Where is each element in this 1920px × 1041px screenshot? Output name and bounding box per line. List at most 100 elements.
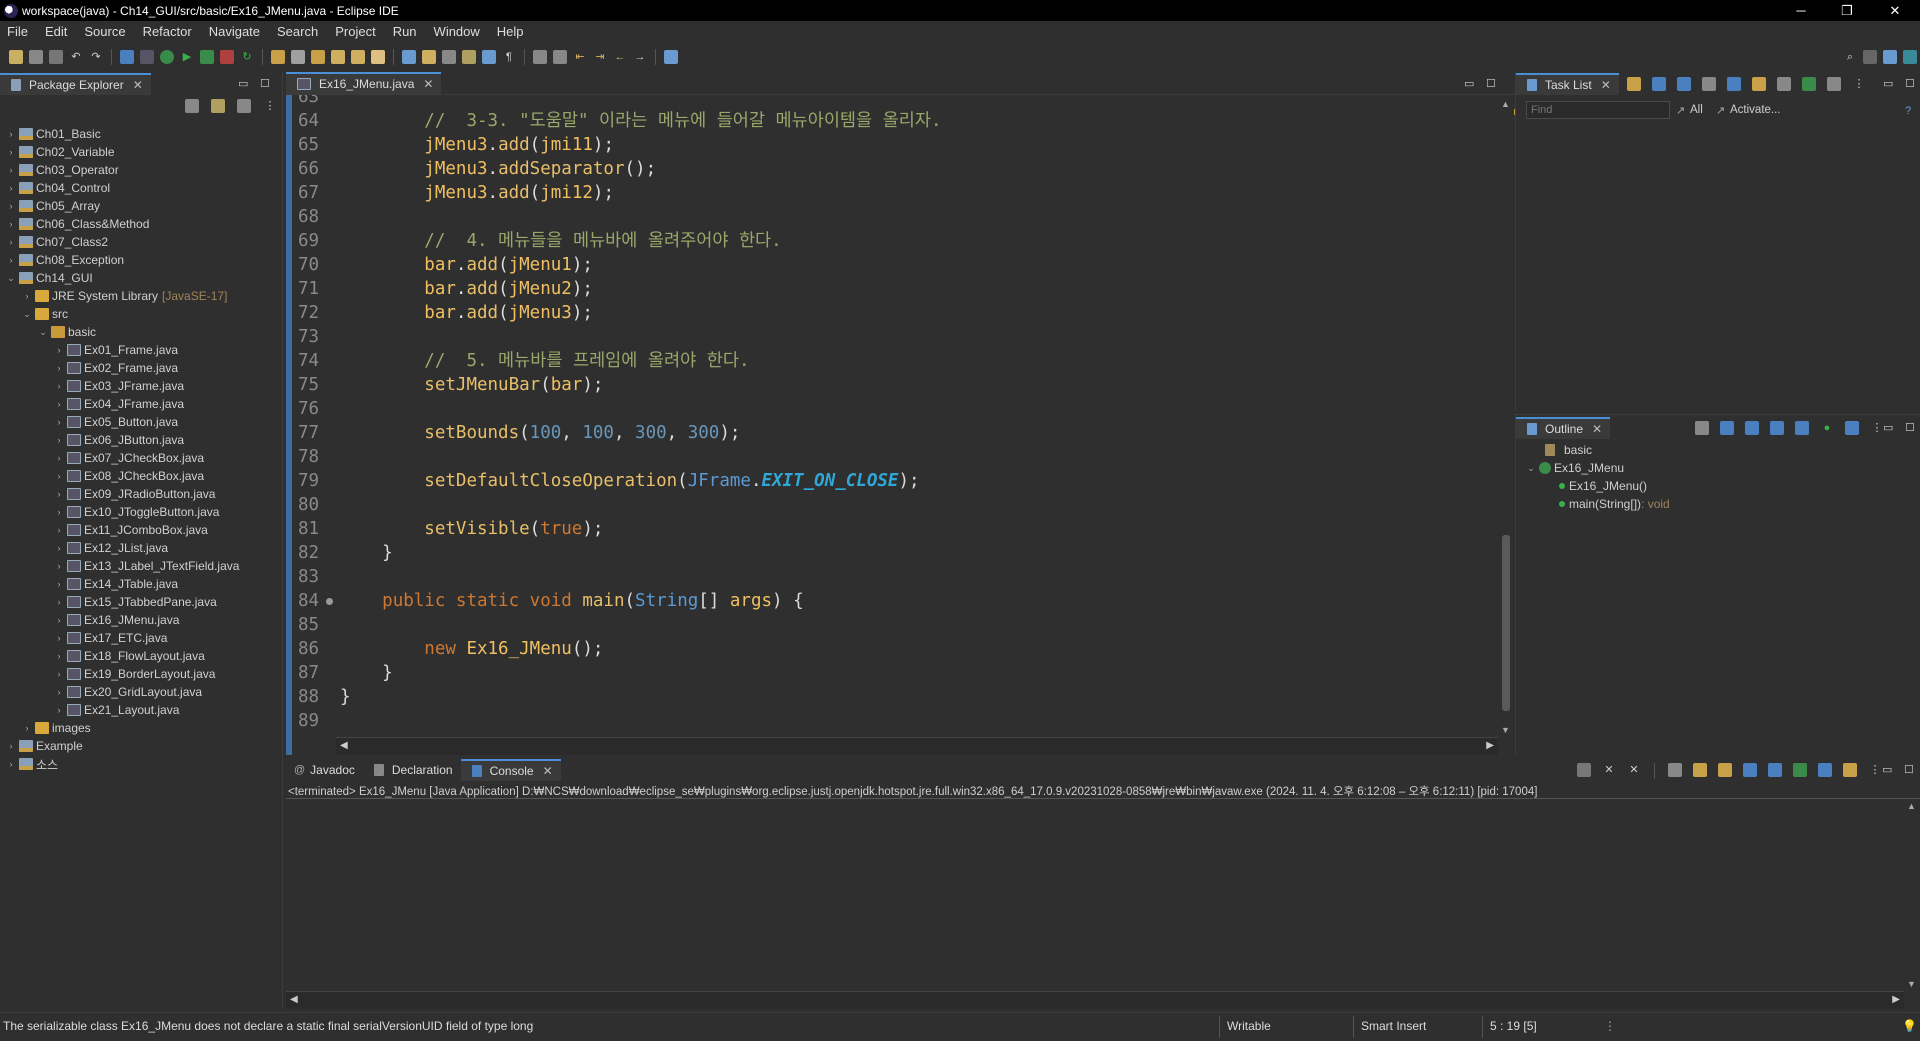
tab-package-explorer[interactable]: Package Explorer ✕ bbox=[0, 73, 151, 95]
maximize-icon[interactable]: ☐ bbox=[1904, 763, 1914, 776]
menu-run[interactable]: Run bbox=[386, 24, 427, 39]
tree-item[interactable]: ⌄ src bbox=[0, 305, 280, 323]
editor-horizontal-scrollbar[interactable]: ◀ ▶ bbox=[336, 737, 1498, 755]
open-type-icon[interactable] bbox=[402, 49, 416, 64]
last-edit-location-icon[interactable]: ⇤ bbox=[573, 50, 587, 64]
pilcrow-icon[interactable]: ¶ bbox=[502, 50, 516, 64]
menu-edit[interactable]: Edit bbox=[38, 24, 77, 39]
pin-console-icon[interactable] bbox=[1793, 763, 1807, 777]
chevron-right-icon[interactable]: › bbox=[6, 129, 16, 139]
tree-item[interactable]: ⌄ basic bbox=[0, 323, 280, 341]
debug-icon[interactable] bbox=[160, 49, 174, 64]
presentation-icon[interactable] bbox=[1827, 77, 1841, 91]
new-package-icon[interactable] bbox=[291, 49, 305, 64]
tree-item[interactable]: ⌄ Ch14_GUI bbox=[0, 269, 280, 287]
tree-item[interactable]: › Ex05_Button.java bbox=[0, 413, 280, 431]
menu-file[interactable]: File bbox=[0, 24, 38, 39]
tree-item[interactable]: › images bbox=[0, 719, 280, 737]
all-filter-link[interactable]: All bbox=[1690, 104, 1703, 116]
chevron-right-icon[interactable]: › bbox=[6, 255, 16, 265]
outline-item-constructor[interactable]: Ex16_JMenu() bbox=[1559, 477, 1647, 495]
scroll-lock-icon[interactable] bbox=[1693, 763, 1707, 777]
tree-item[interactable]: › Ex02_Frame.java bbox=[0, 359, 280, 377]
chevron-right-icon[interactable]: › bbox=[54, 561, 64, 571]
chevron-right-icon[interactable]: › bbox=[6, 219, 16, 229]
tree-item[interactable]: › Ex03_JFrame.java bbox=[0, 377, 280, 395]
save-all-icon[interactable] bbox=[49, 49, 63, 64]
editor-scroll-thumb[interactable] bbox=[1502, 535, 1510, 711]
chevron-right-icon[interactable]: › bbox=[54, 615, 64, 625]
undo-icon[interactable]: ↶ bbox=[69, 50, 83, 64]
chevron-down-icon[interactable]: ⌄ bbox=[1526, 463, 1536, 474]
close-icon[interactable]: ✕ bbox=[1601, 78, 1611, 92]
console-output[interactable] bbox=[286, 799, 1904, 991]
status-insert-mode[interactable]: Smart Insert bbox=[1361, 1013, 1426, 1041]
menu-help[interactable]: Help bbox=[490, 24, 534, 39]
word-wrap-icon[interactable] bbox=[1718, 763, 1732, 777]
chevron-right-icon[interactable]: › bbox=[54, 417, 64, 427]
chevron-down-icon[interactable]: ⌄ bbox=[22, 309, 32, 320]
tree-item[interactable]: › Ex09_JRadioButton.java bbox=[0, 485, 280, 503]
menu-refactor[interactable]: Refactor bbox=[136, 24, 202, 39]
chevron-right-icon[interactable]: › bbox=[6, 147, 16, 157]
tree-item[interactable]: › Ex11_JComboBox.java bbox=[0, 521, 280, 539]
activate-task-link[interactable]: Activate... bbox=[1730, 104, 1781, 116]
collapse-all-icon[interactable] bbox=[185, 99, 199, 113]
fold-marker-icon[interactable] bbox=[326, 598, 333, 605]
tree-item[interactable]: › Ex01_Frame.java bbox=[0, 341, 280, 359]
chevron-right-icon[interactable]: › bbox=[6, 237, 16, 247]
chevron-right-icon[interactable]: › bbox=[54, 669, 64, 679]
focus-icon[interactable] bbox=[1695, 421, 1709, 435]
filters-icon[interactable] bbox=[237, 99, 251, 113]
minimize-icon[interactable]: ▭ bbox=[1883, 77, 1893, 90]
view-menu-icon[interactable]: ⋮ bbox=[1852, 77, 1866, 91]
search-icon[interactable]: ⌕ bbox=[1843, 50, 1857, 64]
coverage-icon[interactable] bbox=[200, 49, 214, 64]
minimize-icon[interactable]: ▭ bbox=[1464, 77, 1474, 90]
console-horizontal-scrollbar[interactable]: ◀ ▶ bbox=[286, 991, 1904, 1009]
close-window-button[interactable]: ✕ bbox=[1872, 0, 1918, 21]
refresh-icon[interactable]: ↻ bbox=[240, 50, 254, 64]
tree-item[interactable]: › 소스 bbox=[0, 755, 280, 773]
chevron-right-icon[interactable]: › bbox=[54, 453, 64, 463]
tree-item[interactable]: › Ex21_Layout.java bbox=[0, 701, 280, 719]
forward-edit-icon[interactable]: ⇥ bbox=[593, 50, 607, 64]
tree-item[interactable]: › Ex16_JMenu.java bbox=[0, 611, 280, 629]
tab-task-list[interactable]: Task List ✕ bbox=[1516, 73, 1619, 95]
close-icon[interactable]: ✕ bbox=[423, 77, 433, 91]
show-whitespace-icon[interactable] bbox=[462, 49, 476, 64]
outline-item-package[interactable]: basic bbox=[1542, 441, 1592, 459]
tree-item[interactable]: › Ch07_Class2 bbox=[0, 233, 280, 251]
tree-item[interactable]: › Ex18_FlowLayout.java bbox=[0, 647, 280, 665]
chevron-right-icon[interactable]: › bbox=[54, 435, 64, 445]
chevron-right-icon[interactable]: › bbox=[54, 345, 64, 355]
chevron-right-icon[interactable]: › bbox=[54, 507, 64, 517]
synchronize-icon[interactable] bbox=[1802, 77, 1816, 91]
tree-item[interactable]: › Ch03_Operator bbox=[0, 161, 280, 179]
hide-fields-icon[interactable] bbox=[1770, 421, 1784, 435]
code-text-area[interactable]: 63 64 // 3-3. "도움말" 이라는 메뉴에 들어갈 메뉴아이템을 올리… bbox=[286, 95, 1494, 737]
tab-ex16-jmenu[interactable]: Ex16_JMenu.java ✕ bbox=[286, 72, 442, 94]
word-wrap-icon[interactable] bbox=[482, 49, 496, 64]
categorized-icon[interactable] bbox=[1652, 77, 1666, 91]
tree-item[interactable]: › Ex19_BorderLayout.java bbox=[0, 665, 280, 683]
clear-console-icon[interactable] bbox=[1668, 763, 1682, 777]
tree-item[interactable]: › Ex10_JToggleButton.java bbox=[0, 503, 280, 521]
scroll-right-icon[interactable]: ▶ bbox=[1892, 994, 1900, 1005]
status-menu-icon[interactable]: ⋮ bbox=[1604, 1013, 1616, 1041]
chevron-right-icon[interactable]: › bbox=[54, 525, 64, 535]
minimize-icon[interactable]: ▭ bbox=[1883, 421, 1893, 434]
tree-item[interactable]: › Ex07_JCheckBox.java bbox=[0, 449, 280, 467]
editor-vertical-scrollbar[interactable]: ▲ ▼ bbox=[1498, 95, 1514, 737]
chevron-right-icon[interactable]: › bbox=[54, 381, 64, 391]
close-icon[interactable]: ✕ bbox=[1592, 422, 1602, 436]
minimize-window-button[interactable]: ─ bbox=[1778, 0, 1824, 21]
tree-item[interactable]: › JRE System Library [JavaSE-17] bbox=[0, 287, 280, 305]
task-find-input[interactable]: Find bbox=[1526, 101, 1670, 119]
tree-item[interactable]: › Ex20_GridLayout.java bbox=[0, 683, 280, 701]
view-menu-icon[interactable]: ⋮ bbox=[263, 99, 277, 113]
chevron-right-icon[interactable]: › bbox=[54, 633, 64, 643]
hide-local-types-icon[interactable] bbox=[1845, 421, 1859, 435]
scroll-left-icon[interactable]: ◀ bbox=[340, 740, 348, 751]
collapse-all-icon[interactable] bbox=[1720, 421, 1734, 435]
